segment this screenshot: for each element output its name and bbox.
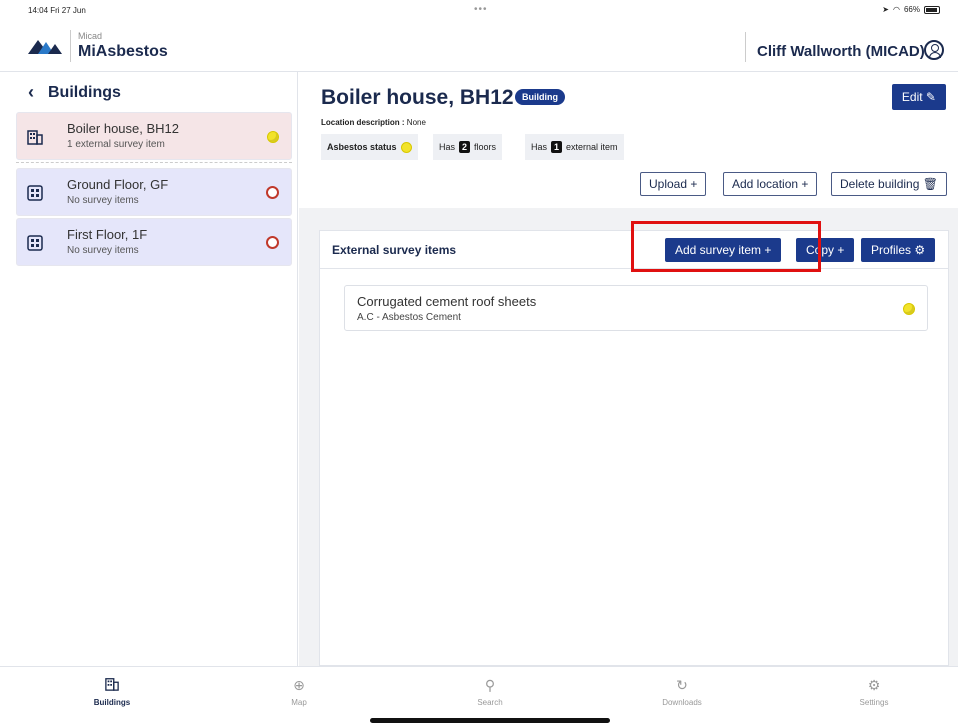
tab-map[interactable]: ⊕ Map bbox=[259, 677, 339, 707]
sidebar-item-label: Boiler house, BH12 bbox=[67, 121, 180, 136]
status-right: ➤ ◠ 66% bbox=[882, 5, 940, 14]
battery-icon bbox=[924, 5, 940, 14]
floors-count-chip: Has 2 floors bbox=[433, 134, 503, 160]
tab-settings[interactable]: ⚙ Settings bbox=[834, 677, 914, 707]
delete-building-button[interactable]: Delete building 🗑 bbox=[831, 172, 947, 196]
tab-label: Settings bbox=[859, 698, 889, 707]
sidebar-title: Buildings bbox=[48, 83, 121, 101]
sidebar-item-sublabel: No survey items bbox=[67, 245, 139, 256]
building-icon bbox=[27, 129, 43, 145]
tab-downloads[interactable]: ↻ Downloads bbox=[642, 677, 722, 707]
highlight-annotation bbox=[631, 221, 821, 272]
logo-divider bbox=[70, 30, 71, 62]
tab-bar: Buildings ⊕ Map ⚲ Search ↻ Downloads ⚙ S… bbox=[0, 666, 958, 724]
user-name[interactable]: Cliff Wallworth (MICAD) bbox=[757, 43, 925, 60]
location-label: Location description : bbox=[321, 118, 405, 127]
tab-label: Search bbox=[477, 698, 503, 707]
status-empty-ring-icon bbox=[266, 236, 279, 249]
sidebar: ‹ Buildings Boiler house, BH12 1 externa… bbox=[0, 72, 298, 666]
status-yellow-icon bbox=[267, 131, 279, 143]
chevron-left-icon[interactable]: ‹ bbox=[28, 82, 34, 103]
divider bbox=[16, 162, 292, 163]
add-location-button[interactable]: Add location + bbox=[723, 172, 818, 196]
survey-item-material: A.C - Asbestos Cement bbox=[357, 312, 461, 323]
location-value: None bbox=[406, 118, 426, 127]
sidebar-item-sublabel: No survey items bbox=[67, 195, 139, 206]
external-survey-panel: External survey items Add survey item + … bbox=[319, 230, 949, 666]
location-description: Location description : None bbox=[321, 118, 426, 127]
profiles-button[interactable]: Profiles ⚙ bbox=[861, 238, 936, 262]
panel-title: External survey items bbox=[332, 243, 457, 257]
micad-logo-icon bbox=[28, 40, 62, 54]
status-yellow-icon bbox=[903, 303, 915, 315]
chip-prefix: Has bbox=[439, 142, 456, 152]
brand-company: Micad bbox=[78, 31, 103, 41]
tab-search[interactable]: ⚲ Search bbox=[450, 677, 530, 707]
page-title: Boiler house, BH12 bbox=[321, 86, 514, 109]
sidebar-header[interactable]: ‹ Buildings bbox=[28, 82, 121, 103]
building-icon bbox=[72, 677, 152, 694]
user-account-icon[interactable] bbox=[924, 40, 944, 60]
battery-percent: 66% bbox=[903, 5, 920, 14]
asbestos-status-label: Asbestos status bbox=[327, 142, 397, 152]
building-badge: Building bbox=[515, 89, 565, 105]
chip-prefix: Has bbox=[531, 142, 548, 152]
upload-button[interactable]: Upload + bbox=[640, 172, 707, 196]
map-search-icon: ⊕ bbox=[293, 677, 305, 693]
status-time: 14:04 Fri 27 Jun bbox=[28, 6, 86, 15]
tab-label: Downloads bbox=[662, 698, 702, 707]
sidebar-item-label: First Floor, 1F bbox=[67, 227, 148, 242]
user-divider bbox=[745, 32, 746, 62]
sidebar-item-sublabel: 1 external survey item bbox=[67, 139, 165, 150]
asbestos-status-chip: Asbestos status bbox=[321, 134, 418, 160]
sync-icon: ↻ bbox=[676, 677, 688, 693]
tab-buildings[interactable]: Buildings bbox=[72, 677, 152, 707]
gear-icon: ⚙ bbox=[867, 677, 881, 693]
sidebar-item-ground-floor[interactable]: Ground Floor, GF No survey items bbox=[16, 168, 292, 216]
chip-suffix: external item bbox=[566, 142, 618, 152]
home-indicator[interactable] bbox=[370, 718, 610, 723]
external-count: 1 bbox=[551, 141, 563, 153]
search-icon: ⚲ bbox=[484, 677, 496, 693]
main-content: Boiler house, BH12 Building Edit ✎ Locat… bbox=[299, 72, 958, 666]
external-items-chip: Has 1 external item bbox=[525, 134, 624, 160]
floor-icon bbox=[27, 185, 43, 201]
brand-app-name: MiAsbestos bbox=[78, 43, 168, 60]
chip-suffix: floors bbox=[474, 142, 497, 152]
floors-count: 2 bbox=[459, 141, 471, 153]
wifi-icon: ◠ bbox=[893, 5, 900, 14]
sidebar-item-first-floor[interactable]: First Floor, 1F No survey items bbox=[16, 218, 292, 266]
status-empty-ring-icon bbox=[266, 186, 279, 199]
multitask-dots[interactable]: ••• bbox=[474, 4, 488, 15]
floor-icon bbox=[27, 235, 43, 251]
status-bar: 14:04 Fri 27 Jun ••• ➤ ◠ 66% bbox=[0, 0, 958, 20]
sidebar-item-label: Ground Floor, GF bbox=[67, 177, 169, 192]
status-yellow-icon bbox=[400, 141, 412, 153]
app-header: Micad MiAsbestos Cliff Wallworth (MICAD) bbox=[0, 20, 958, 72]
sidebar-item-boiler-house[interactable]: Boiler house, BH12 1 external survey ite… bbox=[16, 112, 292, 160]
tab-label: Buildings bbox=[93, 698, 131, 707]
edit-button[interactable]: Edit ✎ bbox=[891, 84, 946, 110]
survey-item-card[interactable]: Corrugated cement roof sheets A.C - Asbe… bbox=[344, 285, 928, 331]
survey-item-label: Corrugated cement roof sheets bbox=[357, 294, 537, 309]
tab-label: Map bbox=[291, 698, 307, 707]
location-icon: ➤ bbox=[882, 5, 889, 14]
